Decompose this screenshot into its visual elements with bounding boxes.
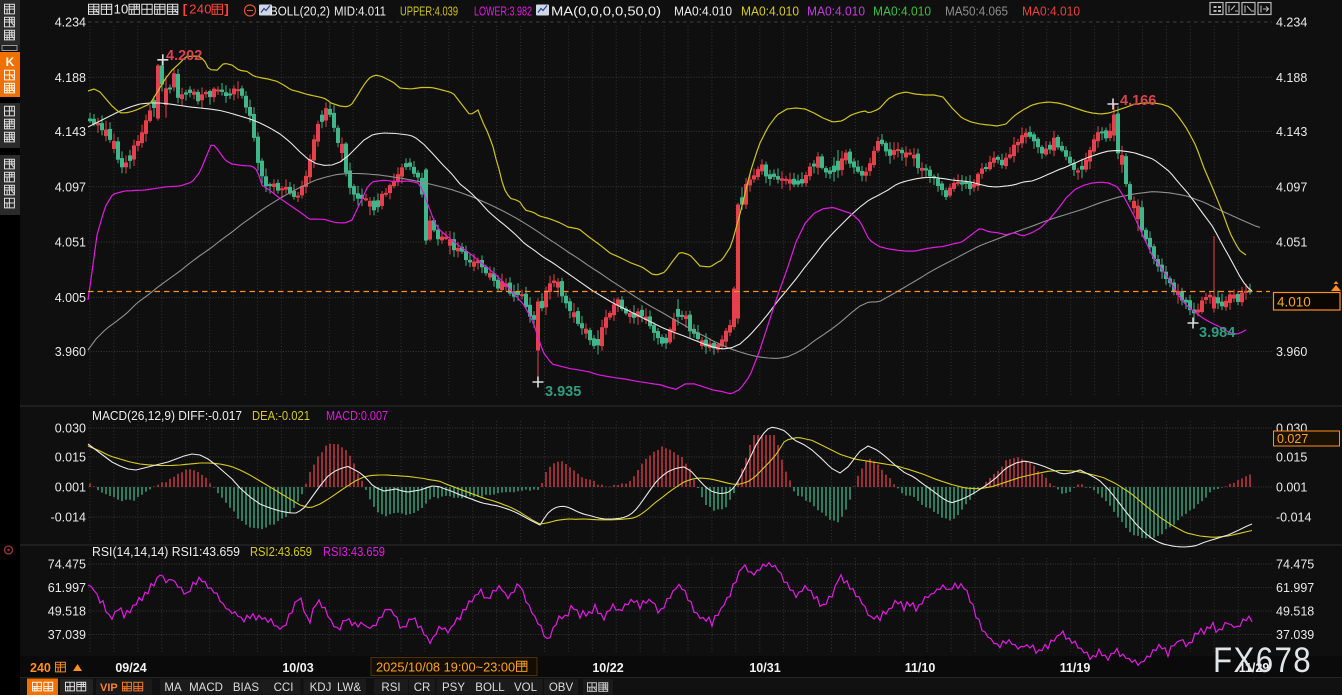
svg-text:0: 0 (121, 1, 128, 16)
svg-text:MA(0,0,0,0,50,0): MA(0,0,0,0,50,0) (551, 5, 661, 19)
svg-text:MACD: MACD (189, 682, 223, 694)
svg-text:49.518: 49.518 (1276, 605, 1314, 619)
svg-text:74.475: 74.475 (48, 558, 86, 572)
svg-text:KDJ: KDJ (310, 682, 332, 694)
svg-text:61.997: 61.997 (48, 581, 86, 595)
svg-text:MACD(26,12,9) DIFF:-0.017: MACD(26,12,9) DIFF:-0.017 (92, 409, 242, 423)
svg-text:RSI: RSI (381, 682, 400, 694)
svg-text:4.097: 4.097 (1276, 180, 1307, 194)
svg-text:09/24: 09/24 (115, 661, 146, 675)
svg-text:1: 1 (114, 1, 121, 16)
svg-text:10/03: 10/03 (282, 661, 313, 675)
svg-text:MA0:4.010: MA0:4.010 (873, 5, 931, 19)
svg-text:4.166: 4.166 (1120, 93, 1156, 109)
svg-text:4.051: 4.051 (55, 236, 86, 250)
svg-text:RSI2:43.659: RSI2:43.659 (250, 545, 312, 559)
svg-text:0.027: 0.027 (1277, 432, 1308, 446)
svg-text:-0.014: -0.014 (1276, 511, 1311, 525)
svg-text:74.475: 74.475 (1276, 558, 1314, 572)
svg-text:CR: CR (414, 682, 431, 694)
svg-text:K: K (6, 55, 15, 69)
svg-text:BIAS: BIAS (233, 682, 260, 694)
svg-text:FX678: FX678 (1213, 641, 1312, 680)
svg-text:0: 0 (204, 1, 211, 16)
svg-text:10/22: 10/22 (592, 661, 623, 675)
svg-text:BOLL: BOLL (475, 682, 505, 694)
svg-text:4.051: 4.051 (1276, 236, 1307, 250)
svg-text:4.234: 4.234 (1276, 16, 1307, 30)
svg-text:VIP: VIP (100, 682, 118, 694)
svg-text:4.097: 4.097 (55, 180, 86, 194)
svg-text:MACD:0.007: MACD:0.007 (326, 409, 388, 423)
svg-text:MA0:4.010: MA0:4.010 (1022, 5, 1080, 19)
svg-text:3.960: 3.960 (55, 345, 86, 359)
svg-text:4.202: 4.202 (166, 48, 202, 64)
svg-text:3.984: 3.984 (1199, 325, 1235, 341)
svg-text:[: [ (183, 1, 188, 16)
svg-text:37.039: 37.039 (1276, 628, 1314, 642)
svg-text:4.188: 4.188 (55, 71, 86, 85)
svg-text:LOWER:3.982: LOWER:3.982 (474, 5, 532, 19)
svg-text:10/31: 10/31 (749, 661, 780, 675)
svg-text:4.143: 4.143 (55, 125, 86, 139)
svg-text:4.010: 4.010 (1277, 295, 1311, 310)
svg-text:2025/10/08 19:00~23:00: 2025/10/08 19:00~23:00 (376, 660, 515, 675)
svg-text:MA0:4.010: MA0:4.010 (741, 5, 799, 19)
svg-text:240: 240 (30, 661, 51, 675)
svg-text:MA50:4.065: MA50:4.065 (945, 5, 1008, 19)
svg-text:4.234: 4.234 (55, 16, 86, 30)
svg-text:VOL: VOL (514, 682, 538, 694)
svg-text:BOLL(20,2): BOLL(20,2) (270, 5, 330, 19)
svg-text:0.030: 0.030 (55, 422, 86, 436)
svg-text:11/10: 11/10 (905, 661, 936, 675)
svg-text:11/19: 11/19 (1060, 661, 1091, 675)
svg-text:0.015: 0.015 (1276, 451, 1307, 465)
svg-text:RSI3:43.659: RSI3:43.659 (323, 545, 385, 559)
svg-text:0.001: 0.001 (1276, 481, 1307, 495)
svg-text:4.005: 4.005 (55, 291, 86, 305)
svg-text:3.960: 3.960 (1276, 345, 1307, 359)
svg-text:OBV: OBV (549, 682, 574, 694)
svg-text:49.518: 49.518 (48, 605, 86, 619)
svg-text:4.143: 4.143 (1276, 125, 1307, 139)
svg-text:MID:4.011: MID:4.011 (334, 5, 386, 19)
svg-text:0.015: 0.015 (55, 451, 86, 465)
svg-text:MA0:4.010: MA0:4.010 (807, 5, 865, 19)
svg-text:DEA:-0.021: DEA:-0.021 (252, 409, 310, 423)
svg-text:CCI: CCI (274, 682, 294, 694)
svg-text:UPPER:4.039: UPPER:4.039 (400, 5, 458, 19)
svg-text:]: ] (224, 1, 228, 16)
svg-text:MA0:4.010: MA0:4.010 (674, 5, 732, 19)
svg-text:RSI(14,14,14) RSI1:43.659: RSI(14,14,14) RSI1:43.659 (92, 545, 240, 559)
svg-text:-0.014: -0.014 (51, 511, 86, 525)
svg-text:MA: MA (164, 682, 182, 694)
svg-text:LW&: LW& (337, 682, 361, 694)
svg-text:61.997: 61.997 (1276, 581, 1314, 595)
svg-text:4: 4 (197, 1, 204, 16)
svg-text:37.039: 37.039 (48, 628, 86, 642)
svg-text:3.935: 3.935 (545, 384, 581, 400)
svg-text:2: 2 (189, 1, 196, 16)
svg-text:0.001: 0.001 (55, 481, 86, 495)
svg-text:4.188: 4.188 (1276, 71, 1307, 85)
svg-text:PSY: PSY (442, 682, 465, 694)
